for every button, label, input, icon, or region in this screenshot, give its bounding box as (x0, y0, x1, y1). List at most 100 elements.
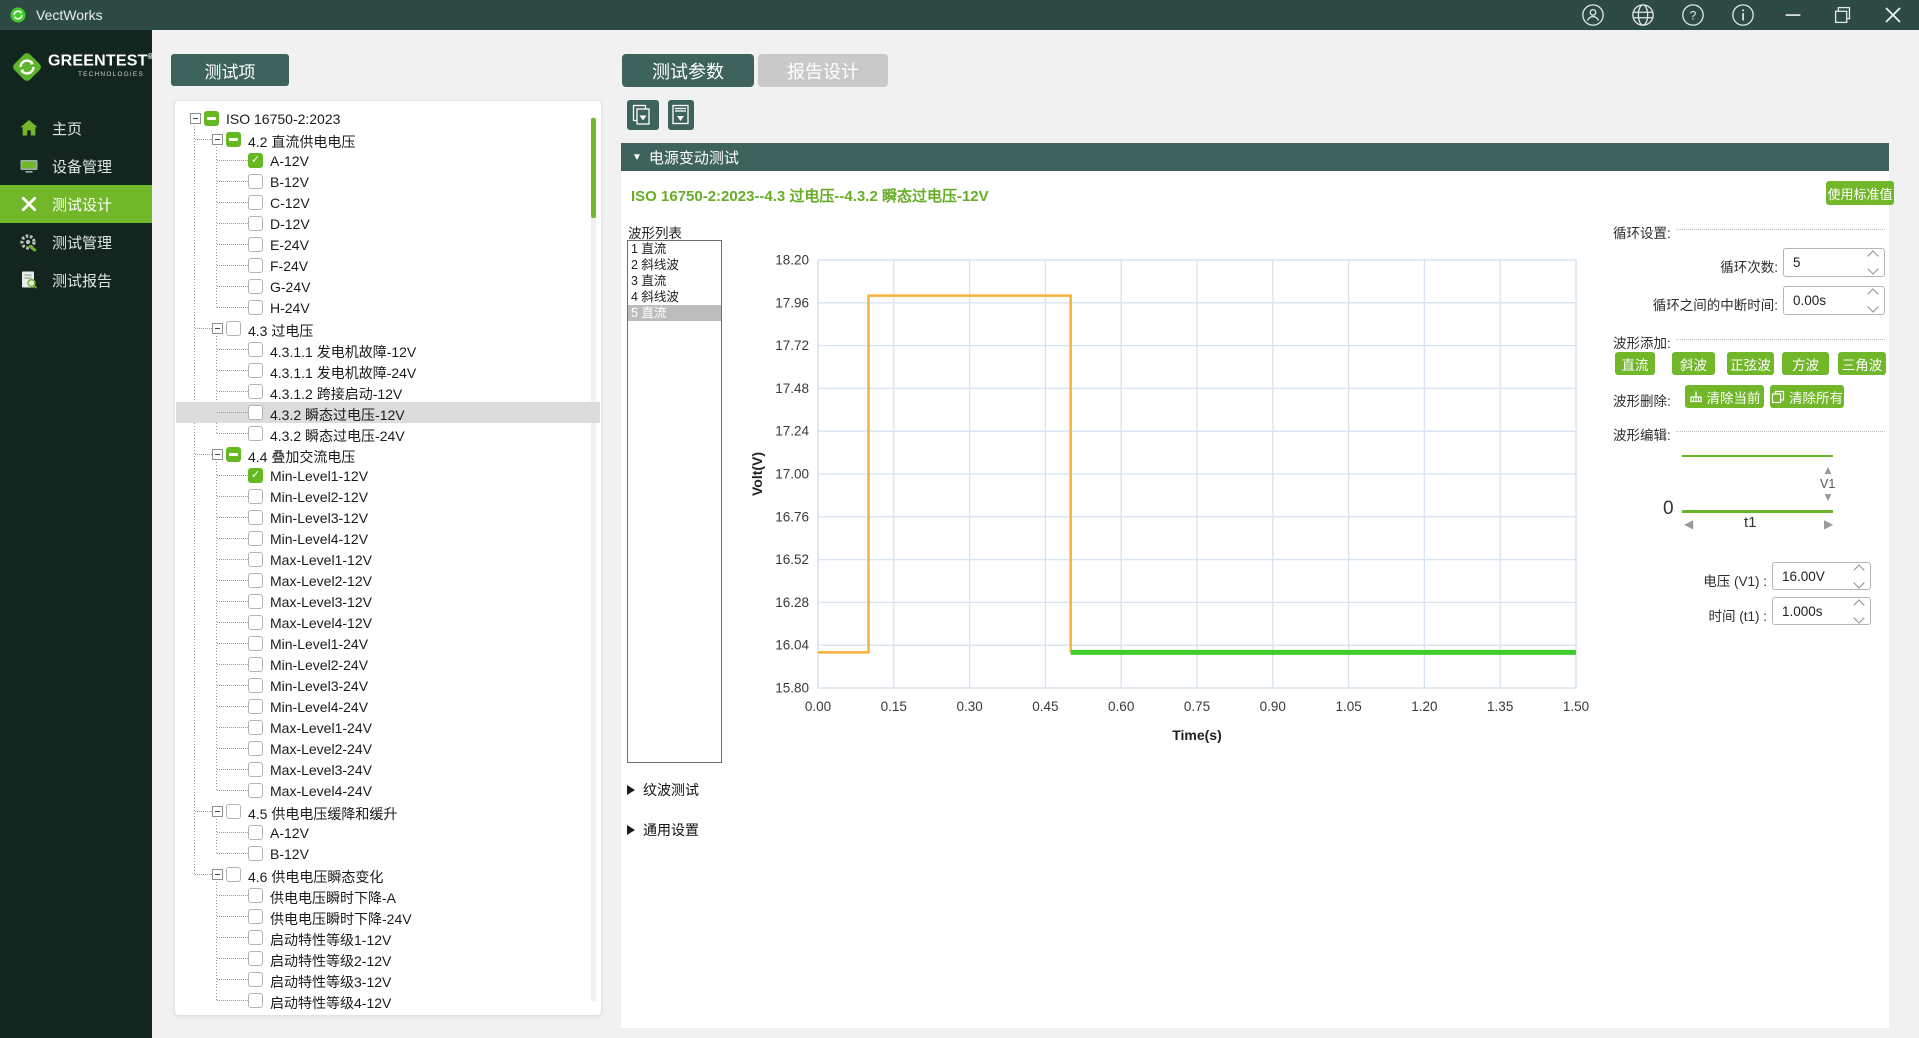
spin-down-icon[interactable] (1867, 263, 1878, 274)
tree-row[interactable]: C-12V (176, 192, 600, 213)
loop-interval-value[interactable]: 0.00s (1784, 293, 1862, 308)
tree-row[interactable]: 供电电压瞬时下降-24V (176, 906, 600, 927)
waveform-list-item[interactable]: 1 直流 (628, 241, 721, 257)
tree-row[interactable]: Min-Level2-12V (176, 486, 600, 507)
tab-report-design[interactable]: 报告设计 (758, 54, 888, 87)
language-icon[interactable] (1630, 2, 1656, 28)
checkbox-partial[interactable] (204, 111, 219, 126)
t1-handle-label[interactable]: t1 (1744, 515, 1757, 530)
checkbox-empty[interactable] (248, 972, 263, 987)
tree-row[interactable]: ISO 16750-2:2023 (176, 108, 600, 129)
tree-row[interactable]: Min-Level2-24V (176, 654, 600, 675)
add-waveform-button-2[interactable]: 斜波 (1672, 352, 1715, 375)
account-icon[interactable] (1580, 2, 1606, 28)
close-button[interactable] (1880, 2, 1906, 28)
checkbox-empty[interactable] (226, 867, 241, 882)
tree-row[interactable]: Max-Level1-24V (176, 717, 600, 738)
test-items-header-button[interactable]: 测试项 (171, 54, 289, 86)
tree-row[interactable]: 供电电压瞬时下降-A (176, 885, 600, 906)
tree-row[interactable]: Max-Level3-24V (176, 759, 600, 780)
tree-row[interactable]: Max-Level4-12V (176, 612, 600, 633)
tree-row[interactable]: 启动特性等级2-12V (176, 948, 600, 969)
about-icon[interactable] (1730, 2, 1756, 28)
tree-row[interactable]: 4.3.1.1 发电机故障-24V (176, 360, 600, 381)
checkbox-empty[interactable] (248, 699, 263, 714)
checkbox-empty[interactable] (248, 930, 263, 945)
add-waveform-button-1[interactable]: 直流 (1615, 352, 1655, 375)
time-value[interactable]: 1.000s (1773, 604, 1848, 619)
waveform-list-item[interactable]: 3 直流 (628, 273, 721, 289)
checkbox-empty[interactable] (248, 195, 263, 210)
help-icon[interactable]: ? (1680, 2, 1706, 28)
checkbox-empty[interactable] (248, 657, 263, 672)
waveform-list-item[interactable]: 5 直流 (628, 305, 721, 321)
clear-all-button[interactable]: 清除所有 (1770, 385, 1844, 408)
maximize-button[interactable] (1830, 2, 1856, 28)
checkbox-empty[interactable] (248, 426, 263, 441)
tree-row[interactable]: 4.3.1.1 发电机故障-12V (176, 339, 600, 360)
spin-up-icon[interactable] (1853, 564, 1864, 575)
checkbox-empty[interactable] (248, 531, 263, 546)
tree-row[interactable]: 4.6 供电电压瞬态变化 (176, 864, 600, 885)
collapse-minus-icon[interactable] (212, 134, 223, 145)
loop-interval-spinner[interactable]: 0.00s (1783, 286, 1885, 315)
checkbox-empty[interactable] (248, 573, 263, 588)
tree-row[interactable]: 启动特性等级4-12V (176, 990, 600, 1011)
checkbox-empty[interactable] (248, 951, 263, 966)
sidebar-item-home[interactable]: 主页 (0, 109, 152, 147)
tree-row[interactable]: 4.3 过电压 (176, 318, 600, 339)
time-spinner[interactable]: 1.000s (1772, 597, 1871, 625)
tree-row[interactable]: Max-Level4-24V (176, 780, 600, 801)
collapse-minus-icon[interactable] (212, 806, 223, 817)
checkbox-empty[interactable] (248, 762, 263, 777)
tree-row[interactable]: Min-Level3-12V (176, 507, 600, 528)
checkbox-empty[interactable] (248, 279, 263, 294)
tree-row[interactable]: Max-Level1-12V (176, 549, 600, 570)
spin-up-icon[interactable] (1867, 288, 1878, 299)
power-variation-section-header[interactable]: ▼ 电源变动测试 (621, 143, 1889, 171)
checkbox-empty[interactable] (248, 363, 263, 378)
tree-row[interactable]: Min-Level3-24V (176, 675, 600, 696)
checkbox-empty[interactable] (248, 510, 263, 525)
tree-row[interactable]: 4.3.2 瞬态过电压-24V (176, 423, 600, 444)
checkbox-checked[interactable]: ✓ (248, 153, 263, 168)
voltage-spinner[interactable]: 16.00V (1772, 562, 1871, 590)
checkbox-empty[interactable] (248, 783, 263, 798)
waveform-list-item[interactable]: 4 斜线波 (628, 289, 721, 305)
tree-row[interactable]: F-24V (176, 255, 600, 276)
spin-down-icon[interactable] (1853, 577, 1864, 588)
spin-up-icon[interactable] (1867, 250, 1878, 261)
t1-right-arrow-icon[interactable]: ▶ (1824, 518, 1833, 530)
tree-row[interactable]: 4.2 直流供电电压 (176, 129, 600, 150)
checkbox-empty[interactable] (248, 720, 263, 735)
v1-handle-label[interactable]: V1 (1820, 478, 1835, 491)
tree-row[interactable]: B-12V (176, 171, 600, 192)
loop-count-value[interactable]: 5 (1784, 255, 1862, 270)
tree-row[interactable]: A-12V (176, 822, 600, 843)
minimize-button[interactable] (1780, 2, 1806, 28)
checkbox-empty[interactable] (248, 489, 263, 504)
collapse-minus-icon[interactable] (190, 113, 201, 124)
expand-all-button[interactable] (668, 100, 694, 130)
waveform-list-item[interactable]: 2 斜线波 (628, 257, 721, 273)
t1-left-arrow-icon[interactable]: ◀ (1684, 518, 1693, 530)
tree-row[interactable]: B-12V (176, 843, 600, 864)
v1-up-arrow-icon[interactable]: ▲ (1822, 464, 1834, 476)
collapse-minus-icon[interactable] (212, 323, 223, 334)
checkbox-empty[interactable] (248, 846, 263, 861)
tree-row[interactable]: 启动特性等级3-12V (176, 969, 600, 990)
collapse-all-button[interactable] (627, 100, 659, 130)
voltage-value[interactable]: 16.00V (1773, 569, 1848, 584)
checkbox-empty[interactable] (248, 888, 263, 903)
checkbox-empty[interactable] (248, 636, 263, 651)
collapse-minus-icon[interactable] (212, 869, 223, 880)
tree-row[interactable]: ✓A-12V (176, 150, 600, 171)
checkbox-empty[interactable] (248, 174, 263, 189)
tree-row[interactable]: ✓Min-Level1-12V (176, 465, 600, 486)
v1-down-arrow-icon[interactable]: ▼ (1822, 491, 1834, 503)
tab-test-parameters[interactable]: 测试参数 (622, 54, 754, 87)
checkbox-empty[interactable] (248, 258, 263, 273)
checkbox-partial[interactable] (226, 132, 241, 147)
checkbox-empty[interactable] (248, 237, 263, 252)
checkbox-empty[interactable] (248, 615, 263, 630)
